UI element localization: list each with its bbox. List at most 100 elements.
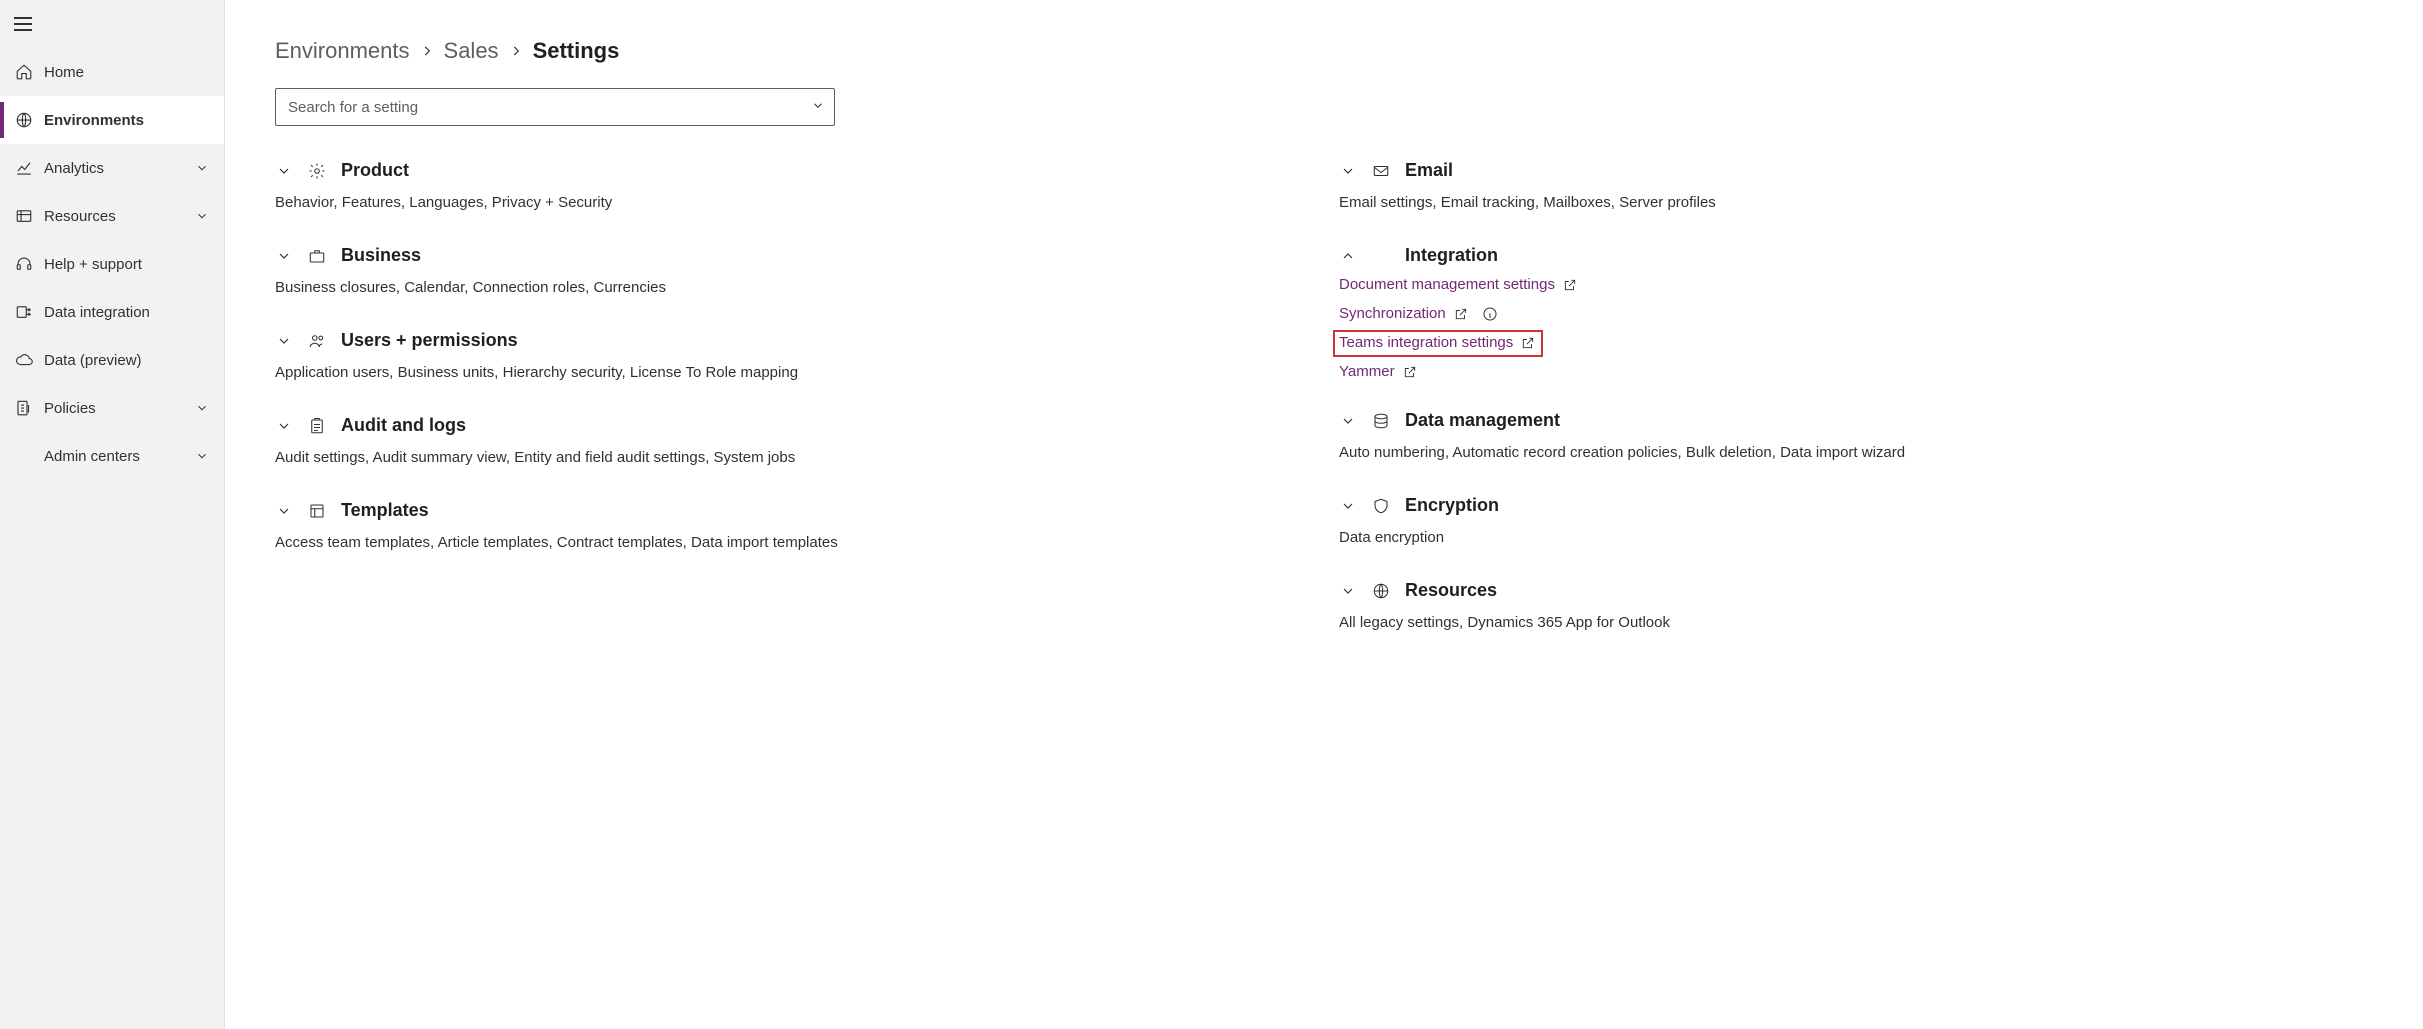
sidebar-item-help-support[interactable]: Help + support <box>0 240 224 288</box>
section-data-management: Data management Auto numbering, Automati… <box>1339 410 2373 465</box>
chevron-down-icon <box>275 502 293 520</box>
section-integration: Integration Document management settings… <box>1339 245 2373 380</box>
chevron-down-icon <box>194 208 210 224</box>
breadcrumb-sales[interactable]: Sales <box>444 38 499 64</box>
chevron-down-icon <box>275 417 293 435</box>
sidebar-item-label: Admin centers <box>44 448 194 465</box>
section-header-users[interactable]: Users + permissions <box>275 330 1309 351</box>
sidebar-item-label: Environments <box>44 112 210 129</box>
link-label[interactable]: Teams integration settings <box>1339 334 1513 351</box>
section-title: Product <box>341 160 409 181</box>
sidebar-item-home[interactable]: Home <box>0 48 224 96</box>
chevron-down-icon <box>275 247 293 265</box>
section-header-audit[interactable]: Audit and logs <box>275 415 1309 436</box>
windows-icon <box>1371 246 1391 266</box>
sidebar-item-data-preview[interactable]: Data (preview) <box>0 336 224 384</box>
section-header-encryption[interactable]: Encryption <box>1339 495 2373 516</box>
section-header-resources[interactable]: Resources <box>1339 580 2373 601</box>
section-email: Email Email settings, Email tracking, Ma… <box>1339 160 2373 215</box>
breadcrumb-environments[interactable]: Environments <box>275 38 410 64</box>
sidebar-item-policies[interactable]: Policies <box>0 384 224 432</box>
link-teams-integration[interactable]: Teams integration settings <box>1339 334 2373 351</box>
section-subtext: Application users, Business units, Hiera… <box>275 361 1309 385</box>
chevron-down-icon <box>275 332 293 350</box>
section-header-integration[interactable]: Integration <box>1339 245 2373 266</box>
section-title: Data management <box>1405 410 1560 431</box>
section-subtext: Behavior, Features, Languages, Privacy +… <box>275 191 1309 215</box>
section-subtext: Data encryption <box>1339 526 2373 550</box>
section-templates: Templates Access team templates, Article… <box>275 500 1309 555</box>
sidebar-item-label: Resources <box>44 208 194 225</box>
data-integration-icon <box>14 302 34 322</box>
sidebar-item-label: Help + support <box>44 256 210 273</box>
section-encryption: Encryption Data encryption <box>1339 495 2373 550</box>
section-title: Email <box>1405 160 1453 181</box>
section-business: Business Business closures, Calendar, Co… <box>275 245 1309 300</box>
section-title: Users + permissions <box>341 330 518 351</box>
info-icon[interactable] <box>1482 306 1498 322</box>
sidebar-item-admin-centers[interactable]: Admin centers <box>0 432 224 480</box>
section-subtext: Business closures, Calendar, Connection … <box>275 276 1309 300</box>
section-header-business[interactable]: Business <box>275 245 1309 266</box>
breadcrumb-settings: Settings <box>533 38 620 64</box>
settings-search <box>275 88 835 126</box>
breadcrumb: Environments Sales Settings <box>275 38 2373 64</box>
section-subtext: Audit settings, Audit summary view, Enti… <box>275 446 1309 470</box>
clipboard-icon <box>307 416 327 436</box>
section-header-data-management[interactable]: Data management <box>1339 410 2373 431</box>
globe-grid-icon <box>14 110 34 130</box>
section-title: Integration <box>1405 245 1498 266</box>
main-content: Environments Sales Settings Product Beha… <box>225 0 2423 1029</box>
section-title: Audit and logs <box>341 415 466 436</box>
database-icon <box>1371 411 1391 431</box>
section-title: Templates <box>341 500 429 521</box>
resource-icon <box>14 206 34 226</box>
settings-left-column: Product Behavior, Features, Languages, P… <box>275 160 1309 665</box>
link-synchronization[interactable]: Synchronization <box>1339 305 2373 322</box>
chevron-down-icon <box>1339 412 1357 430</box>
settings-right-column: Email Email settings, Email tracking, Ma… <box>1339 160 2373 665</box>
sidebar-item-data-integration[interactable]: Data integration <box>0 288 224 336</box>
home-icon <box>14 62 34 82</box>
external-link-icon <box>1454 307 1468 321</box>
sidebar-item-label: Data (preview) <box>44 352 210 369</box>
mail-icon <box>1371 161 1391 181</box>
shield-icon <box>1371 496 1391 516</box>
section-product: Product Behavior, Features, Languages, P… <box>275 160 1309 215</box>
section-header-templates[interactable]: Templates <box>275 500 1309 521</box>
external-link-icon <box>1563 278 1577 292</box>
highlighted-link: Teams integration settings <box>1333 330 1543 357</box>
external-link-icon <box>1403 365 1417 379</box>
section-users-permissions: Users + permissions Application users, B… <box>275 330 1309 385</box>
external-link-icon <box>1521 336 1535 350</box>
section-subtext: Auto numbering, Automatic record creatio… <box>1339 441 2373 465</box>
sidebar: Home Environments Analytics Resources He… <box>0 0 225 1029</box>
link-label[interactable]: Synchronization <box>1339 305 1446 322</box>
policies-icon <box>14 398 34 418</box>
sidebar-item-resources[interactable]: Resources <box>0 192 224 240</box>
globe-icon <box>1371 581 1391 601</box>
sidebar-item-analytics[interactable]: Analytics <box>0 144 224 192</box>
sidebar-item-label: Home <box>44 64 210 81</box>
section-title: Encryption <box>1405 495 1499 516</box>
link-label[interactable]: Yammer <box>1339 363 1395 380</box>
admin-centers-icon <box>14 446 34 466</box>
section-subtext: Access team templates, Article templates… <box>275 531 1309 555</box>
gear-icon <box>307 161 327 181</box>
hamburger-menu-button[interactable] <box>14 12 38 36</box>
link-yammer[interactable]: Yammer <box>1339 363 2373 380</box>
briefcase-icon <box>307 246 327 266</box>
users-icon <box>307 331 327 351</box>
section-header-email[interactable]: Email <box>1339 160 2373 181</box>
chevron-down-icon <box>194 160 210 176</box>
link-document-management[interactable]: Document management settings <box>1339 276 2373 293</box>
chevron-down-icon <box>1339 162 1357 180</box>
section-header-product[interactable]: Product <box>275 160 1309 181</box>
templates-icon <box>307 501 327 521</box>
section-subtext: Email settings, Email tracking, Mailboxe… <box>1339 191 2373 215</box>
section-resources: Resources All legacy settings, Dynamics … <box>1339 580 2373 635</box>
sidebar-item-environments[interactable]: Environments <box>0 96 224 144</box>
link-label[interactable]: Document management settings <box>1339 276 1555 293</box>
search-input[interactable] <box>275 88 835 126</box>
section-title: Resources <box>1405 580 1497 601</box>
